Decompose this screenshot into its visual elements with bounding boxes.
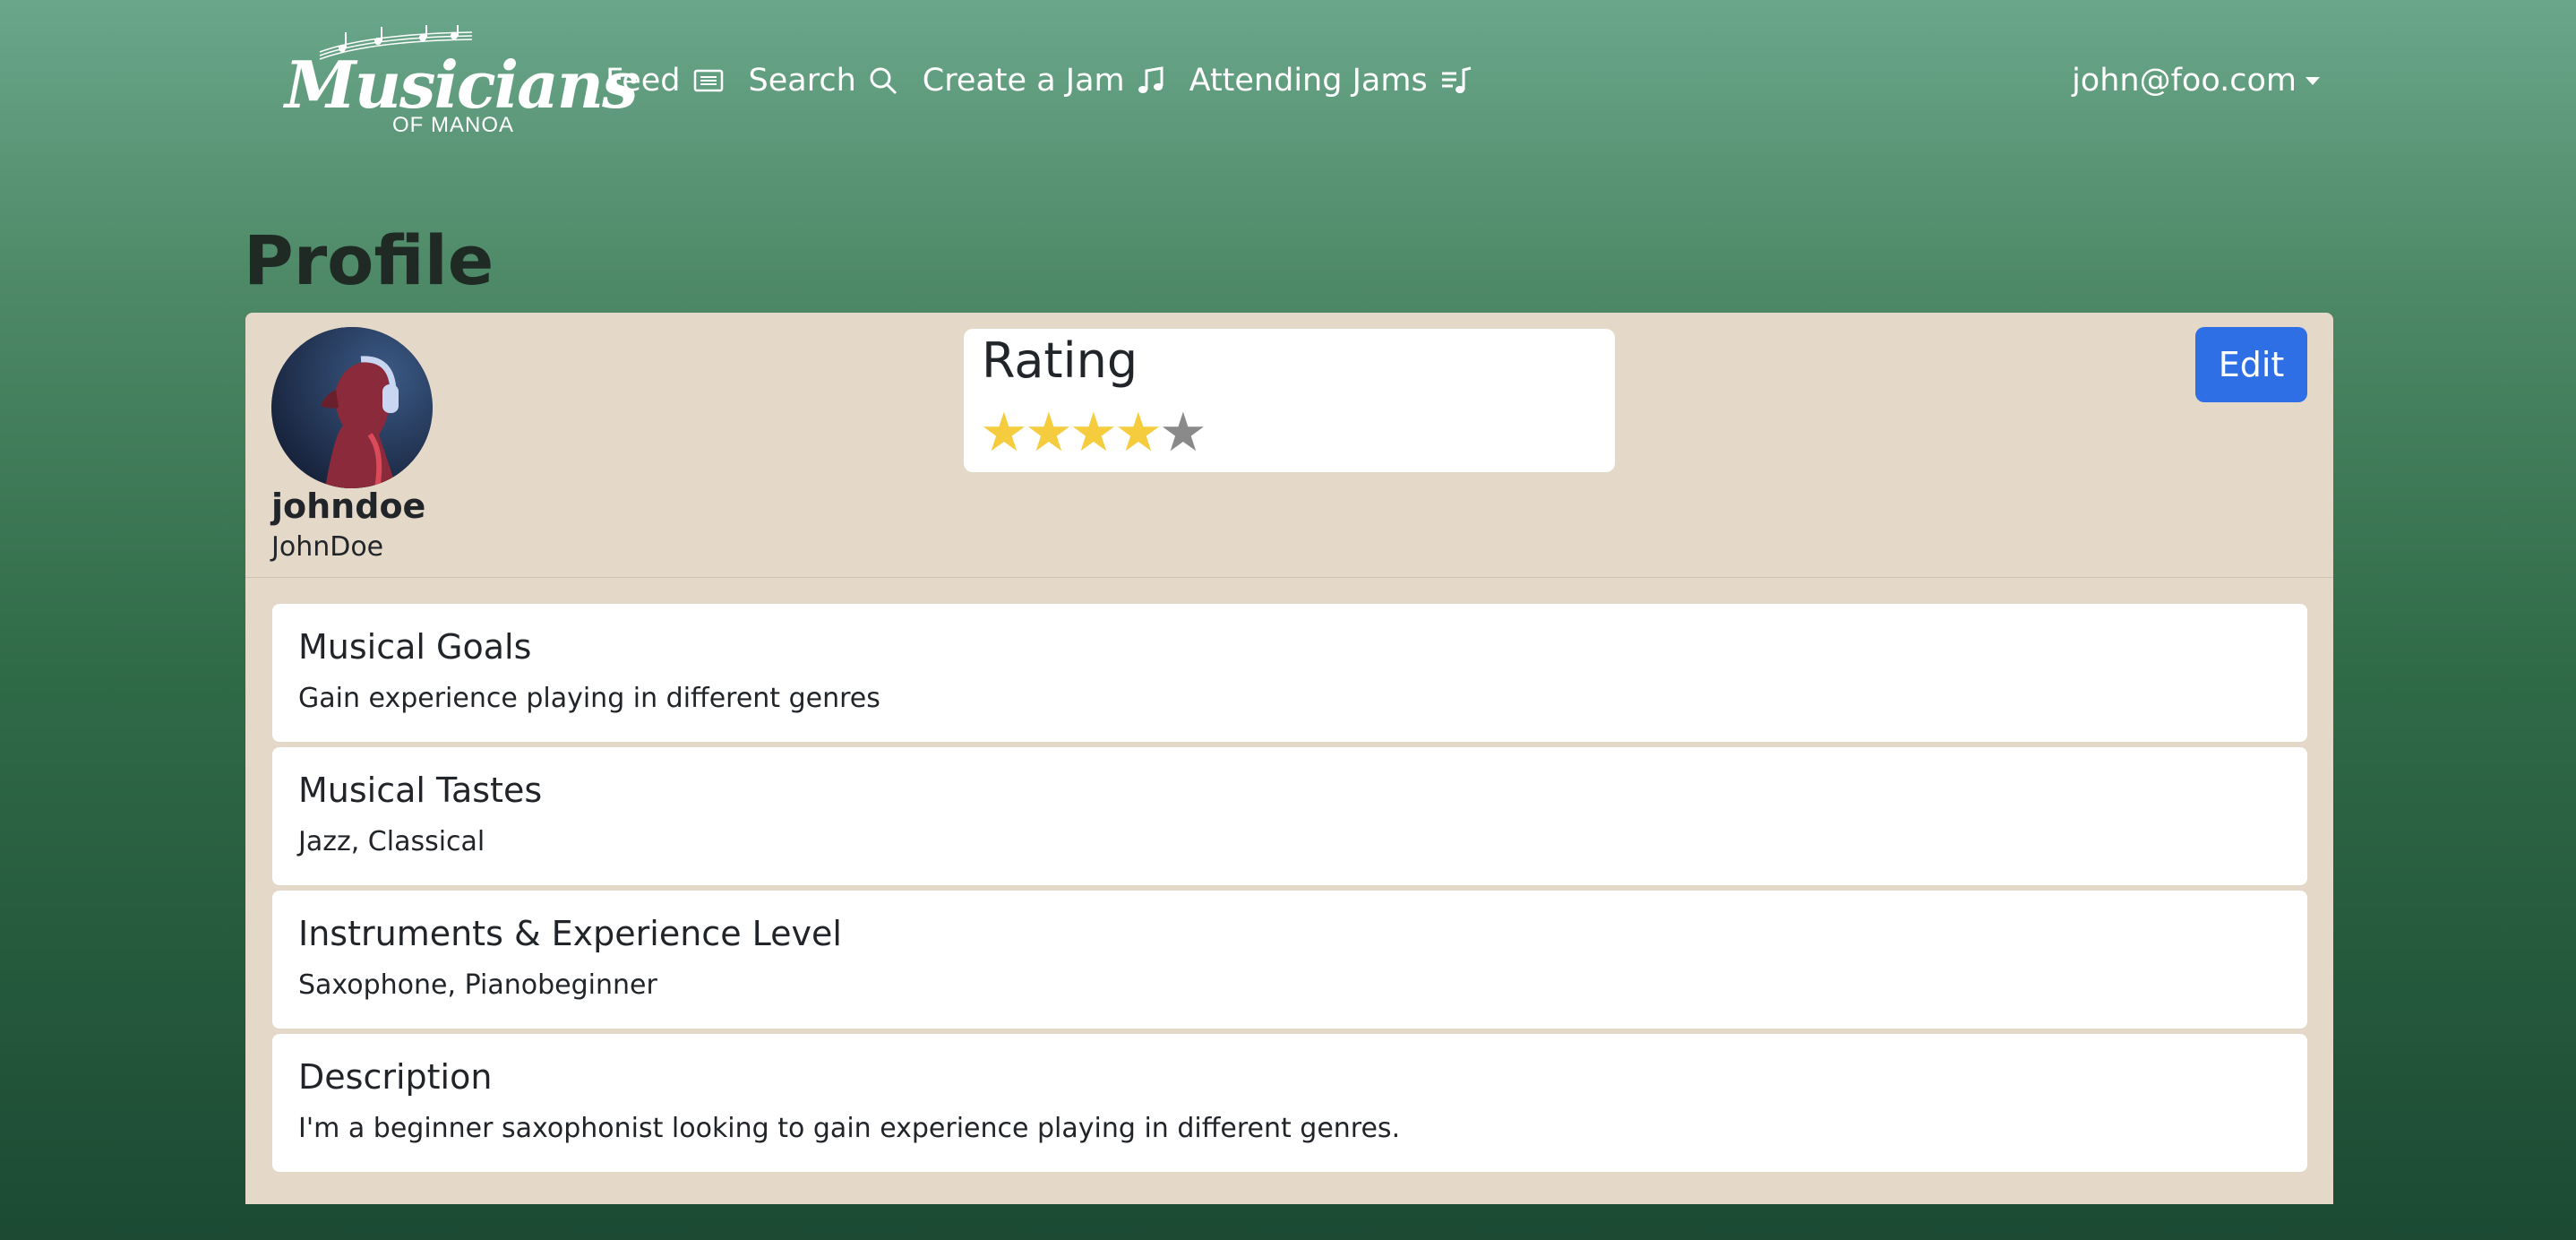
section-text: Jazz, Classical	[298, 826, 485, 857]
star-empty-icon: ★	[1159, 401, 1207, 464]
section-musical-tastes: Musical Tastes Jazz, Classical	[272, 747, 2307, 885]
brand-name: Musicians	[285, 47, 639, 123]
nav-link-create-jam[interactable]: Create a Jam	[923, 63, 1164, 99]
brand-subtitle: OF MANOA	[391, 113, 514, 137]
star-rating: ★ ★ ★ ★ ★	[980, 401, 1207, 464]
nav-link-label: Search	[748, 63, 856, 99]
nav-link-feed[interactable]: Feed	[605, 63, 724, 99]
rating-title: Rating	[982, 332, 1138, 389]
search-icon	[870, 67, 897, 95]
music-list-icon	[1441, 66, 1472, 93]
username: johndoe	[271, 487, 426, 526]
section-text: I'm a beginner saxophonist looking to ga…	[298, 1113, 1401, 1144]
avatar	[271, 327, 433, 488]
profile-card: johndoe JohnDoe Rating ★ ★ ★ ★ ★ Edit Musica…	[245, 313, 2333, 1204]
section-text: Saxophone, Pianobeginner	[298, 969, 657, 1001]
profile-header: johndoe JohnDoe Rating ★ ★ ★ ★ ★ Edit	[245, 313, 2333, 578]
user-dropdown[interactable]: john@foo.com	[2072, 63, 2320, 99]
section-instruments: Instruments & Experience Level Saxophone…	[272, 891, 2307, 1029]
nav-link-label: Feed	[605, 63, 681, 99]
star-filled-icon: ★	[980, 401, 1028, 464]
nav-link-label: Create a Jam	[922, 63, 1125, 99]
rating-panel: Rating ★ ★ ★ ★ ★	[964, 329, 1615, 472]
nav-link-label: Attending Jams	[1189, 63, 1428, 99]
chevron-down-icon	[2306, 76, 2320, 85]
section-title: Musical Tastes	[298, 771, 543, 810]
section-title: Instruments & Experience Level	[298, 914, 842, 953]
section-musical-goals: Musical Goals Gain experience playing in…	[272, 604, 2307, 742]
section-description: Description I'm a beginner saxophonist l…	[272, 1034, 2307, 1172]
display-name: JohnDoe	[271, 531, 384, 563]
star-filled-icon: ★	[1025, 401, 1073, 464]
star-filled-icon: ★	[1114, 401, 1163, 464]
section-text: Gain experience playing in different gen…	[298, 683, 880, 714]
music-note-icon	[1138, 66, 1163, 93]
newspaper-icon	[693, 69, 723, 92]
nav-links: Feed Search Create a Jam Attending Jams	[605, 63, 1498, 99]
navbar: Musicians OF MANOA Feed Search Create a …	[0, 0, 2576, 170]
section-title: Description	[298, 1057, 493, 1097]
user-email: john@foo.com	[2072, 63, 2297, 99]
section-title: Musical Goals	[298, 627, 532, 667]
nav-link-attending-jams[interactable]: Attending Jams	[1189, 63, 1473, 99]
nav-link-search[interactable]: Search	[749, 63, 897, 99]
profile-sections: Musical Goals Gain experience playing in…	[272, 604, 2307, 1177]
star-filled-icon: ★	[1069, 401, 1118, 464]
brand-logo[interactable]: Musicians OF MANOA	[279, 25, 639, 142]
edit-button[interactable]: Edit	[2195, 327, 2307, 402]
page-title: Profile	[244, 220, 494, 300]
